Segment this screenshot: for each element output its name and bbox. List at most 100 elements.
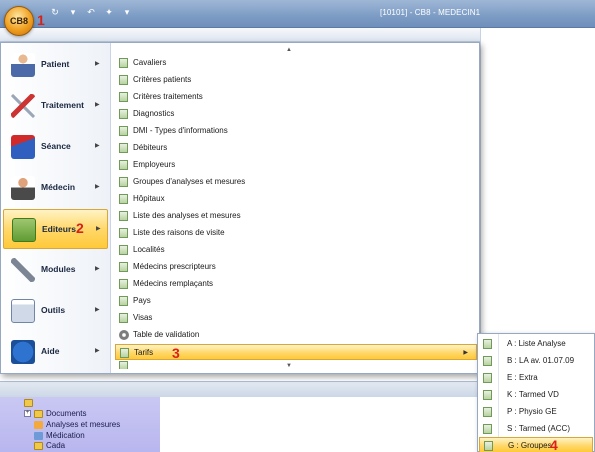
document-icon: [119, 75, 128, 85]
submenu-item-cavaliers[interactable]: Cavaliers: [115, 55, 477, 71]
flyout-item-k[interactable]: K : Tarmed VD: [479, 387, 593, 403]
flyout-item-e[interactable]: E : Extra: [479, 370, 593, 386]
menu-item-modules[interactable]: Modules ▶: [3, 250, 108, 290]
step-annotation-1: 1: [37, 12, 45, 28]
submenu-item-raisons-visite[interactable]: Liste des raisons de visite: [115, 225, 477, 241]
document-icon: [119, 228, 128, 238]
submenu-item-visas[interactable]: Visas: [115, 310, 477, 326]
info-icon: [11, 340, 35, 364]
submenu-item-label: DMI - Types d'informations: [133, 126, 228, 135]
menu-item-label: Médecin: [41, 182, 76, 192]
submenu-item-label: Hôpitaux: [133, 194, 165, 203]
submenu-item-diagnostics[interactable]: Diagnostics: [115, 106, 477, 122]
menu-item-medecin[interactable]: Médecin ▶: [3, 168, 108, 208]
submenu-item-clipped: [115, 359, 415, 369]
pill-icon: [34, 431, 43, 440]
submenu-item-medecins-prescripteurs[interactable]: Médecins prescripteurs: [115, 259, 477, 275]
submenu-item-medecins-remplacants[interactable]: Médecins remplaçants: [115, 276, 477, 292]
main-menu-column: Patient ▶ Traitement ▶ Séance ▶ Médecin …: [1, 43, 111, 373]
tree-item-cada[interactable]: Cada: [34, 441, 65, 450]
dropdown-icon[interactable]: ▾: [68, 7, 78, 17]
application-window: ↻ ▾ ↶ ✦ ▾ [10101] - CB8 - MEDECIN1 CB8 1…: [0, 0, 595, 452]
document-icon: [483, 339, 492, 349]
submenu-item-table-validation[interactable]: Table de validation: [115, 327, 477, 343]
submenu-item-liste-analyses[interactable]: Liste des analyses et mesures: [115, 208, 477, 224]
submenu-item-label: Visas: [133, 313, 153, 322]
menu-item-outils[interactable]: Outils ▶: [3, 291, 108, 331]
seance-icon: [11, 135, 35, 159]
menu-item-label: Traitement: [41, 100, 84, 110]
refresh-icon[interactable]: ↻: [50, 7, 60, 17]
menu-item-seance[interactable]: Séance ▶: [3, 127, 108, 167]
window-title: [10101] - CB8 - MEDECIN1: [380, 8, 481, 17]
submenu-item-label: Employeurs: [133, 160, 176, 169]
scroll-down-icon[interactable]: ▼: [286, 363, 292, 369]
chevron-right-icon: ▶: [96, 226, 101, 232]
flyout-item-g[interactable]: G : Groupes 4: [479, 437, 593, 452]
customize-icon[interactable]: ▾: [122, 7, 132, 17]
bulb-icon[interactable]: ✦: [104, 7, 114, 17]
document-icon: [120, 348, 129, 358]
flyout-item-b[interactable]: B : LA av. 01.07.09: [479, 353, 593, 369]
menu-item-label: Editeurs: [42, 224, 77, 234]
tree-item-medication[interactable]: Médication: [34, 431, 85, 440]
title-bar: ↻ ▾ ↶ ✦ ▾ [10101] - CB8 - MEDECIN1: [0, 0, 595, 28]
menu-item-traitement[interactable]: Traitement ▶: [3, 86, 108, 126]
scroll-up-icon[interactable]: ▲: [286, 47, 292, 53]
flyout-item-a[interactable]: A : Liste Analyse: [479, 336, 593, 352]
submenu-item-label: Liste des raisons de visite: [133, 228, 225, 237]
ribbon-strip: [0, 28, 480, 42]
expand-icon[interactable]: +: [24, 410, 31, 417]
document-icon: [119, 211, 128, 221]
flyout-item-p[interactable]: P : Physio GE: [479, 404, 593, 420]
folder-icon: [34, 409, 43, 418]
submenu-item-hopitaux[interactable]: Hôpitaux: [115, 191, 477, 207]
app-menu-button[interactable]: CB8: [4, 6, 34, 36]
document-icon: [119, 262, 128, 272]
tree-item-analyses[interactable]: Analyses et mesures: [34, 420, 120, 429]
editor-icon: [12, 218, 36, 242]
submenu-item-label: Médecins remplaçants: [133, 279, 214, 288]
menu-item-aide[interactable]: Aide ▶: [3, 332, 108, 372]
folder-icon: [34, 441, 43, 450]
chevron-right-icon: ▶: [95, 184, 100, 190]
submenu-item-pays[interactable]: Pays: [115, 293, 477, 309]
flyout-item-s[interactable]: S : Tarmed (ACC): [479, 421, 593, 437]
chevron-right-icon: ▶: [95, 61, 100, 67]
submenu-item-label: Médecins prescripteurs: [133, 262, 216, 271]
menu-item-label: Outils: [41, 305, 66, 315]
tree-item-label: Documents: [46, 409, 87, 418]
submenu-item-dmi-types[interactable]: DMI - Types d'informations: [115, 123, 477, 139]
menu-item-editeurs[interactable]: Editeurs 2 ▶: [3, 209, 108, 249]
app-button-label: CB8: [9, 16, 28, 26]
wrench-icon: [11, 258, 35, 282]
submenu-item-groupes-analyses[interactable]: Groupes d'analyses et mesures: [115, 174, 477, 190]
document-icon: [119, 92, 128, 102]
submenu-item-tarifs[interactable]: Tarifs 3 ▶: [115, 344, 477, 361]
document-icon: [119, 160, 128, 170]
submenu-item-debiteurs[interactable]: Débiteurs: [115, 140, 477, 156]
undo-icon[interactable]: ↶: [86, 7, 96, 17]
submenu-item-criteres-patients[interactable]: Critères patients: [115, 72, 477, 88]
submenu-item-localites[interactable]: Localités: [115, 242, 477, 258]
document-icon: [119, 279, 128, 289]
quick-access-toolbar: ↻ ▾ ↶ ✦ ▾: [50, 7, 132, 17]
chart-icon: [34, 420, 43, 429]
flyout-item-label: K : Tarmed VD: [507, 390, 559, 399]
flyout-item-label: B : LA av. 01.07.09: [507, 356, 575, 365]
submenu-item-label: Groupes d'analyses et mesures: [133, 177, 246, 186]
menu-item-patient[interactable]: Patient ▶: [3, 45, 108, 85]
tree-item-label: Analyses et mesures: [46, 420, 121, 429]
document-icon: [119, 194, 128, 204]
submenu-item-label: Critères traitements: [133, 92, 203, 101]
submenu-item-employeurs[interactable]: Employeurs: [115, 157, 477, 173]
document-icon: [483, 373, 492, 383]
flyout-item-label: A : Liste Analyse: [507, 339, 566, 348]
chevron-right-icon: ▶: [463, 350, 468, 356]
submenu-item-label: Critères patients: [133, 75, 192, 84]
document-icon: [119, 296, 128, 306]
tree-item-label: Médication: [46, 431, 85, 440]
tree-item-documents[interactable]: + Documents: [24, 409, 86, 418]
document-icon: [483, 356, 492, 366]
submenu-item-criteres-traitements[interactable]: Critères traitements: [115, 89, 477, 105]
